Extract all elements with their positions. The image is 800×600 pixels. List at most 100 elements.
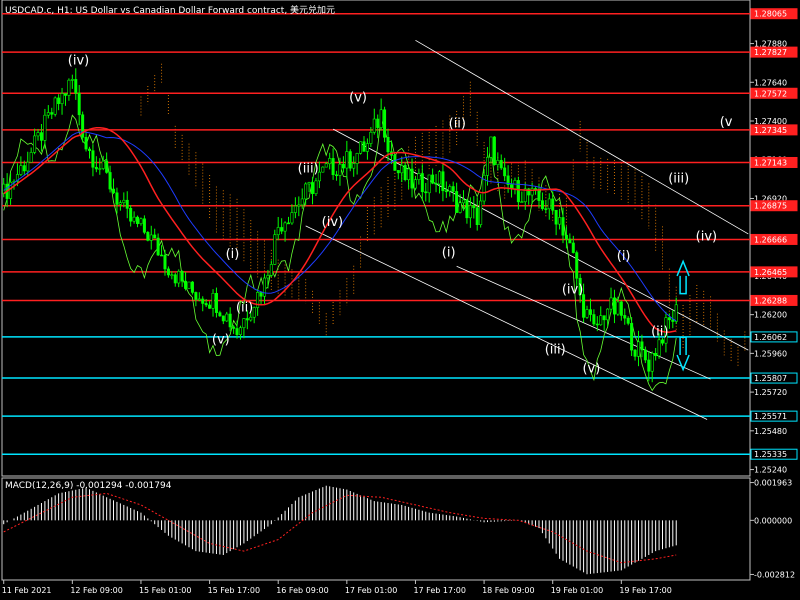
candle-body	[595, 323, 599, 326]
wave-label: (ii)	[236, 300, 253, 315]
candle-body	[304, 183, 308, 200]
time-tick-label: 19 Feb 17:00	[619, 586, 671, 595]
candle-body	[300, 198, 304, 206]
candle-body	[650, 352, 654, 372]
candle-body	[269, 264, 273, 276]
level-price-label: 1.25807	[754, 374, 787, 383]
candle-body	[197, 298, 201, 301]
candle-body	[352, 163, 356, 169]
candle-body	[208, 304, 212, 309]
candle-body	[489, 136, 493, 158]
candle-body	[335, 174, 339, 177]
candle-body	[355, 153, 359, 164]
candle-body	[245, 318, 249, 321]
candle-body	[472, 205, 476, 209]
time-tick-label: 12 Feb 09:00	[70, 586, 122, 595]
candle-body	[218, 312, 222, 317]
candle-body	[468, 205, 472, 219]
candle-body	[67, 79, 71, 96]
candle-body	[486, 156, 490, 176]
candle-body	[112, 188, 116, 194]
candle-body	[588, 309, 592, 315]
candle-body	[551, 198, 555, 211]
candle-body	[520, 201, 524, 204]
candle-body	[105, 160, 109, 173]
price-chart[interactable]: 1.278801.276401.274001.271601.269201.266…	[0, 0, 800, 600]
candle-body	[540, 200, 544, 209]
candle-body	[283, 222, 287, 232]
candle-body	[142, 218, 146, 233]
down-arrow-icon	[676, 336, 690, 372]
candle-body	[249, 316, 253, 321]
candle-body	[173, 274, 177, 284]
candle-body	[561, 217, 565, 236]
candle-body	[122, 199, 126, 203]
candle-body	[369, 131, 373, 144]
candle-body	[379, 109, 383, 128]
time-tick-label: 19 Feb 01:00	[551, 586, 603, 595]
candle-body	[647, 359, 651, 372]
candle-body	[606, 308, 610, 321]
candle-body	[259, 292, 263, 297]
candle-body	[280, 227, 284, 232]
candle-body	[475, 207, 479, 225]
level-price-label: 1.26062	[754, 333, 787, 342]
candle-body	[129, 208, 133, 222]
candle-body	[341, 163, 345, 169]
candle-body	[362, 141, 366, 152]
candle-body	[654, 352, 658, 357]
candle-body	[101, 160, 105, 169]
candle-body	[46, 112, 50, 116]
candle-body	[568, 238, 572, 244]
macd-tick-label: 0.001963	[754, 479, 792, 488]
up-arrow-icon	[676, 259, 690, 295]
candle-body	[571, 242, 575, 253]
candle-body	[413, 179, 417, 189]
candle-body	[39, 132, 43, 141]
candle-body	[640, 341, 644, 351]
candle-body	[273, 234, 277, 265]
candle-body	[667, 317, 671, 321]
wave-label: (v)	[212, 333, 230, 348]
wave-label: (iv)	[68, 54, 89, 69]
chart-title: USDCAD.c, H1: US Dollar vs Canadian Doll…	[5, 6, 336, 16]
candle-body	[19, 165, 23, 175]
candle-body	[575, 252, 579, 279]
candle-body	[136, 216, 140, 225]
candle-body	[592, 314, 596, 325]
price-tick-label: 1.25240	[754, 466, 787, 475]
channel-line	[415, 39, 749, 235]
price-tick-label: 1.26200	[754, 311, 787, 320]
wave-label: (iv)	[322, 215, 343, 230]
candle-body	[609, 297, 613, 310]
candle-body	[91, 150, 95, 168]
candle-body	[266, 275, 270, 279]
candle-body	[671, 319, 675, 322]
candle-body	[365, 143, 369, 152]
candle-body	[43, 114, 47, 141]
candle-body	[458, 202, 462, 213]
candle-body	[180, 270, 184, 282]
price-tick-label: 1.27640	[754, 78, 787, 87]
candle-body	[599, 315, 603, 326]
candle-body	[36, 132, 40, 137]
candle-body	[297, 204, 301, 207]
time-tick-label: 17 Feb 17:00	[413, 586, 465, 595]
candle-body	[293, 205, 297, 213]
candle-body	[60, 93, 64, 104]
candle-body	[479, 200, 483, 225]
level-price-label: 1.25571	[754, 412, 787, 421]
time-tick-label: 15 Feb 17:00	[208, 586, 260, 595]
wave-label: (ii)	[449, 116, 466, 131]
level-price-label: 1.26666	[754, 235, 787, 244]
candle-body	[33, 135, 37, 153]
time-tick-label: 16 Feb 09:00	[276, 586, 328, 595]
candle-body	[204, 303, 208, 306]
candle-body	[516, 180, 520, 203]
price-tick-label: 1.25480	[754, 427, 787, 436]
candle-body	[348, 151, 352, 169]
level-price-label: 1.28065	[754, 10, 787, 19]
candle-body	[427, 174, 431, 194]
wave-label: (iv)	[696, 229, 717, 244]
candle-body	[63, 93, 67, 96]
